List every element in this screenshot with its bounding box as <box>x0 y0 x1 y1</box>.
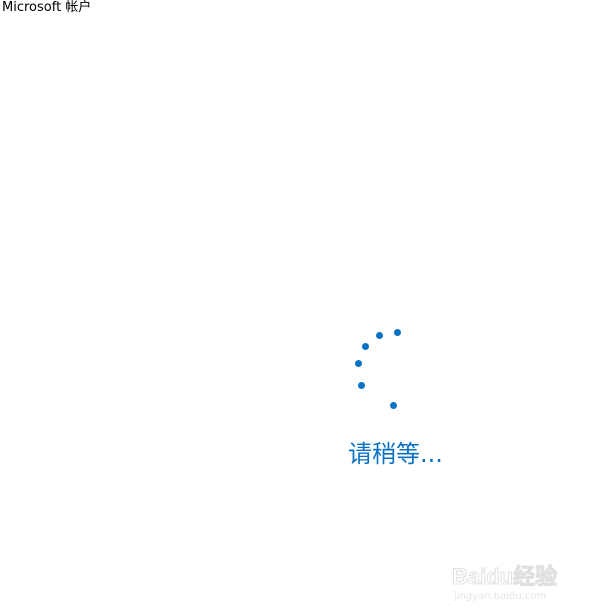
spinner-dot <box>362 343 369 350</box>
loading-message: 请稍等... <box>348 440 443 468</box>
spinner-dot <box>376 332 383 339</box>
watermark-url: jingyan.baidu.com <box>454 591 547 602</box>
window-title: Microsoft 帐户 <box>2 0 92 15</box>
spinner-dot <box>390 402 397 409</box>
spinner-dot <box>358 382 365 389</box>
baidu-logo: Baidu经验 <box>451 564 558 590</box>
spinner-dot <box>355 360 362 367</box>
baidu-watermark: Baidu经验 jingyan.baidu.com <box>451 553 570 611</box>
loading-spinner-icon <box>340 320 420 420</box>
spinner-dot <box>394 329 401 336</box>
